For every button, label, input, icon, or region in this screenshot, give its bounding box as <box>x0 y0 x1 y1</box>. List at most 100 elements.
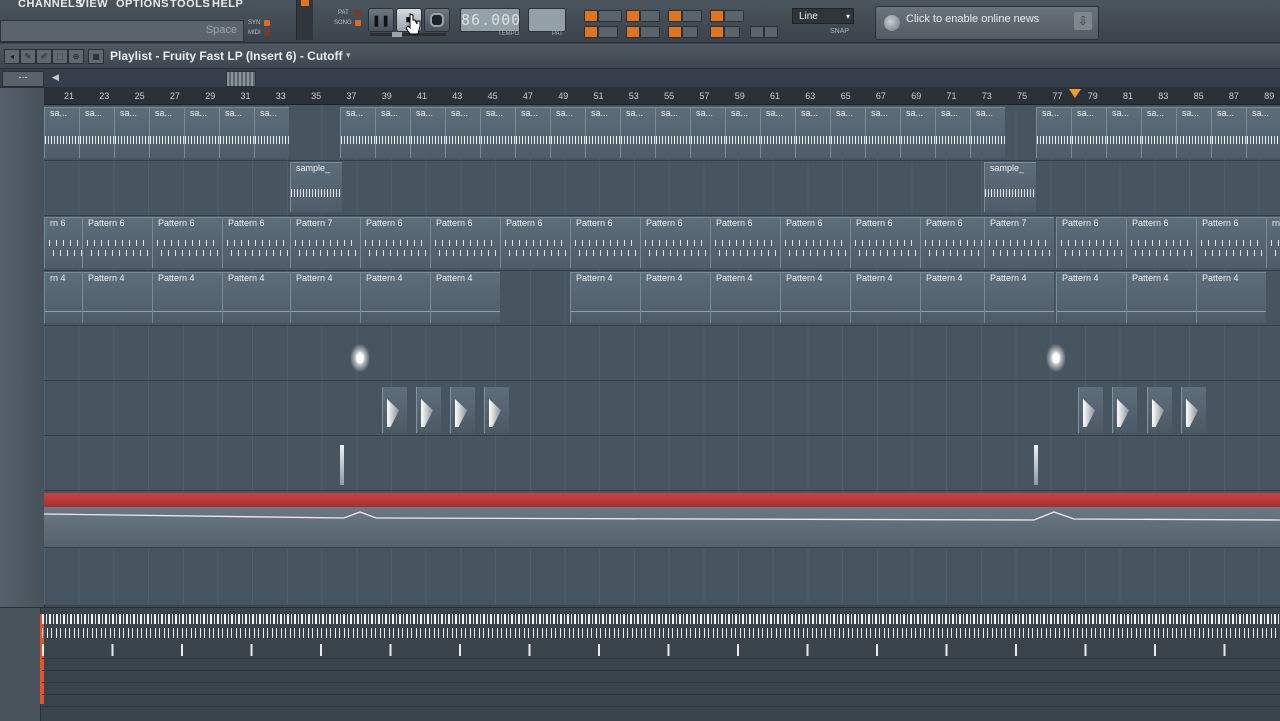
pattern-clip[interactable]: Pattern 6 <box>570 217 640 268</box>
brush-tool-icon[interactable]: ✐ <box>36 49 52 64</box>
sample-clip[interactable]: sa... <box>44 107 79 158</box>
playlist-overview[interactable] <box>0 607 1280 721</box>
pattern-clip[interactable]: Pattern 4 <box>570 272 640 323</box>
horizontal-scroll-thumb[interactable] <box>226 71 256 87</box>
link-mode-button[interactable] <box>682 26 698 38</box>
snap-select[interactable]: Line ▾ <box>792 8 854 24</box>
pattern-clip[interactable]: Pattern 6 <box>360 217 430 268</box>
step-edit-button[interactable] <box>626 10 640 22</box>
menu-tools[interactable]: TOOLS <box>170 0 210 10</box>
automation-curve[interactable] <box>44 511 1280 521</box>
sample-clip[interactable]: sa... <box>900 107 935 158</box>
multilink-button[interactable] <box>682 10 702 22</box>
metronome-button[interactable] <box>584 10 598 22</box>
track-header-strip[interactable] <box>0 88 45 608</box>
select-tool-icon[interactable]: ⬚ <box>52 49 68 64</box>
piano-roll-button[interactable] <box>764 26 778 38</box>
hit-clip[interactable] <box>1112 387 1137 433</box>
tempo-display[interactable]: 86.000 <box>460 8 520 32</box>
sample-clip[interactable]: sa... <box>340 107 375 158</box>
countdown-button[interactable] <box>710 10 724 22</box>
hit-clip[interactable] <box>1147 387 1172 433</box>
sample-clip[interactable]: sa... <box>254 107 289 158</box>
pattern-clip[interactable]: Pattern 6 <box>710 217 780 268</box>
overdub-button[interactable] <box>724 10 744 22</box>
pattern-clip[interactable]: Pattern 6 <box>780 217 850 268</box>
pattern-clip[interactable]: Pattern 4 <box>82 272 152 323</box>
pattern-clip[interactable]: Pattern 6 <box>640 217 710 268</box>
pattern-clip[interactable]: Pattern 4 <box>1126 272 1196 323</box>
playlist-grid[interactable]: sample_ sample_ sa... sa... sa... sa... sa..… <box>44 105 1280 605</box>
arrow-left-icon[interactable]: ◂ <box>4 49 20 64</box>
sample-clip[interactable]: sa... <box>1141 107 1176 158</box>
recording-filter-button[interactable] <box>750 26 764 38</box>
sample-clip[interactable]: sa... <box>690 107 725 158</box>
sample-clip[interactable]: sa... <box>620 107 655 158</box>
pattern-clip[interactable]: Pattern 4 <box>152 272 222 323</box>
wait-input-button[interactable] <box>640 26 660 38</box>
blend-notes-button[interactable] <box>640 10 660 22</box>
step-button[interactable] <box>710 26 724 38</box>
sample-clip[interactable]: sa... <box>480 107 515 158</box>
pattern-clip[interactable]: Pattern 6 <box>82 217 152 268</box>
pattern-clip[interactable]: Pattern 6 <box>1126 217 1196 268</box>
sample-clip[interactable]: sa... <box>1036 107 1071 158</box>
pencil-tool-icon[interactable]: ✎ <box>20 49 36 64</box>
title-chevron-down-icon[interactable]: ▾ <box>346 50 351 61</box>
menu-view[interactable]: VIEW <box>78 0 108 10</box>
pattern-clip[interactable]: Pattern 4 <box>430 272 500 323</box>
pattern-clip[interactable]: Pattern 4 <box>290 272 360 323</box>
timeline-ruler[interactable]: 21 23 25 27 29 31 33 35 37 39 41 43 45 47 49 51 53 55 57 59… <box>44 88 1280 105</box>
loop-record-button[interactable] <box>668 10 682 22</box>
pattern-clip[interactable]: Pattern 4 <box>850 272 920 323</box>
scroll-button[interactable] <box>598 26 618 38</box>
sample-clip[interactable]: sa... <box>114 107 149 158</box>
record-button[interactable] <box>424 8 450 32</box>
automation-clip-header[interactable] <box>44 493 1280 507</box>
sample-clip[interactable]: sa... <box>445 107 480 158</box>
menu-options[interactable]: OPTIONS <box>116 0 169 10</box>
online-news-panel[interactable]: Click to enable online news ⇩ <box>875 6 1099 40</box>
sample-clip[interactable]: sa... <box>760 107 795 158</box>
sample-clip[interactable]: sa... <box>795 107 830 158</box>
pattern-clip[interactable]: Pattern 4 <box>920 272 990 323</box>
download-icon[interactable]: ⇩ <box>1074 12 1092 30</box>
pattern-clip[interactable]: Pattern 7 <box>984 217 1054 268</box>
sample-clip[interactable]: sa... <box>655 107 690 158</box>
tool-pill[interactable]: -·- <box>2 71 44 87</box>
sample-clip[interactable]: sa... <box>970 107 1005 158</box>
pattern-clip[interactable]: Pattern 6 <box>1196 217 1266 268</box>
typing-keyboard-button[interactable] <box>598 10 622 22</box>
hit-clip-star[interactable] <box>348 341 372 375</box>
hit-clip[interactable] <box>1181 387 1206 433</box>
pattern-clip[interactable]: Pattern 4 <box>780 272 850 323</box>
short-hit-clip[interactable] <box>1034 445 1038 485</box>
pattern-clip[interactable]: Pattern 6 <box>850 217 920 268</box>
sample-clip[interactable]: sa... <box>935 107 970 158</box>
pattern-clip[interactable]: Pattern 4 <box>360 272 430 323</box>
pattern-clip[interactable]: Pattern 4 <box>1196 272 1266 323</box>
master-volume-knob[interactable] <box>301 0 309 6</box>
pause-button[interactable]: ❚❚ <box>368 8 394 32</box>
sample-clip[interactable]: sa... <box>865 107 900 158</box>
hit-clip[interactable] <box>450 387 475 433</box>
sample-clip[interactable]: sa... <box>1211 107 1246 158</box>
link-button[interactable] <box>668 26 682 38</box>
pat-mode-led[interactable] <box>355 10 361 16</box>
pattern-clip[interactable]: Pattern 6 <box>152 217 222 268</box>
song-position-thumb[interactable] <box>392 32 402 37</box>
pattern-clip[interactable]: Pattern 4 <box>710 272 780 323</box>
menu-channels[interactable]: CHANNELS <box>18 0 83 10</box>
sample-clip[interactable]: sa... <box>550 107 585 158</box>
sample-clip[interactable]: sa... <box>219 107 254 158</box>
midi-led[interactable] <box>264 30 270 36</box>
sample-clip[interactable]: sample_ <box>290 162 342 212</box>
grid-icon[interactable]: ▦ <box>88 49 104 64</box>
pattern-clip[interactable]: Pattern 6 <box>500 217 570 268</box>
sample-clip[interactable]: sa... <box>1106 107 1141 158</box>
pattern-clip[interactable]: Pattern 4 <box>1056 272 1126 323</box>
zoom-tool-icon[interactable]: ⊕ <box>68 49 84 64</box>
sample-clip[interactable]: sample_ <box>984 162 1036 212</box>
pattern-clip[interactable]: Pattern 6 <box>1056 217 1126 268</box>
sample-clip[interactable]: sa... <box>830 107 865 158</box>
